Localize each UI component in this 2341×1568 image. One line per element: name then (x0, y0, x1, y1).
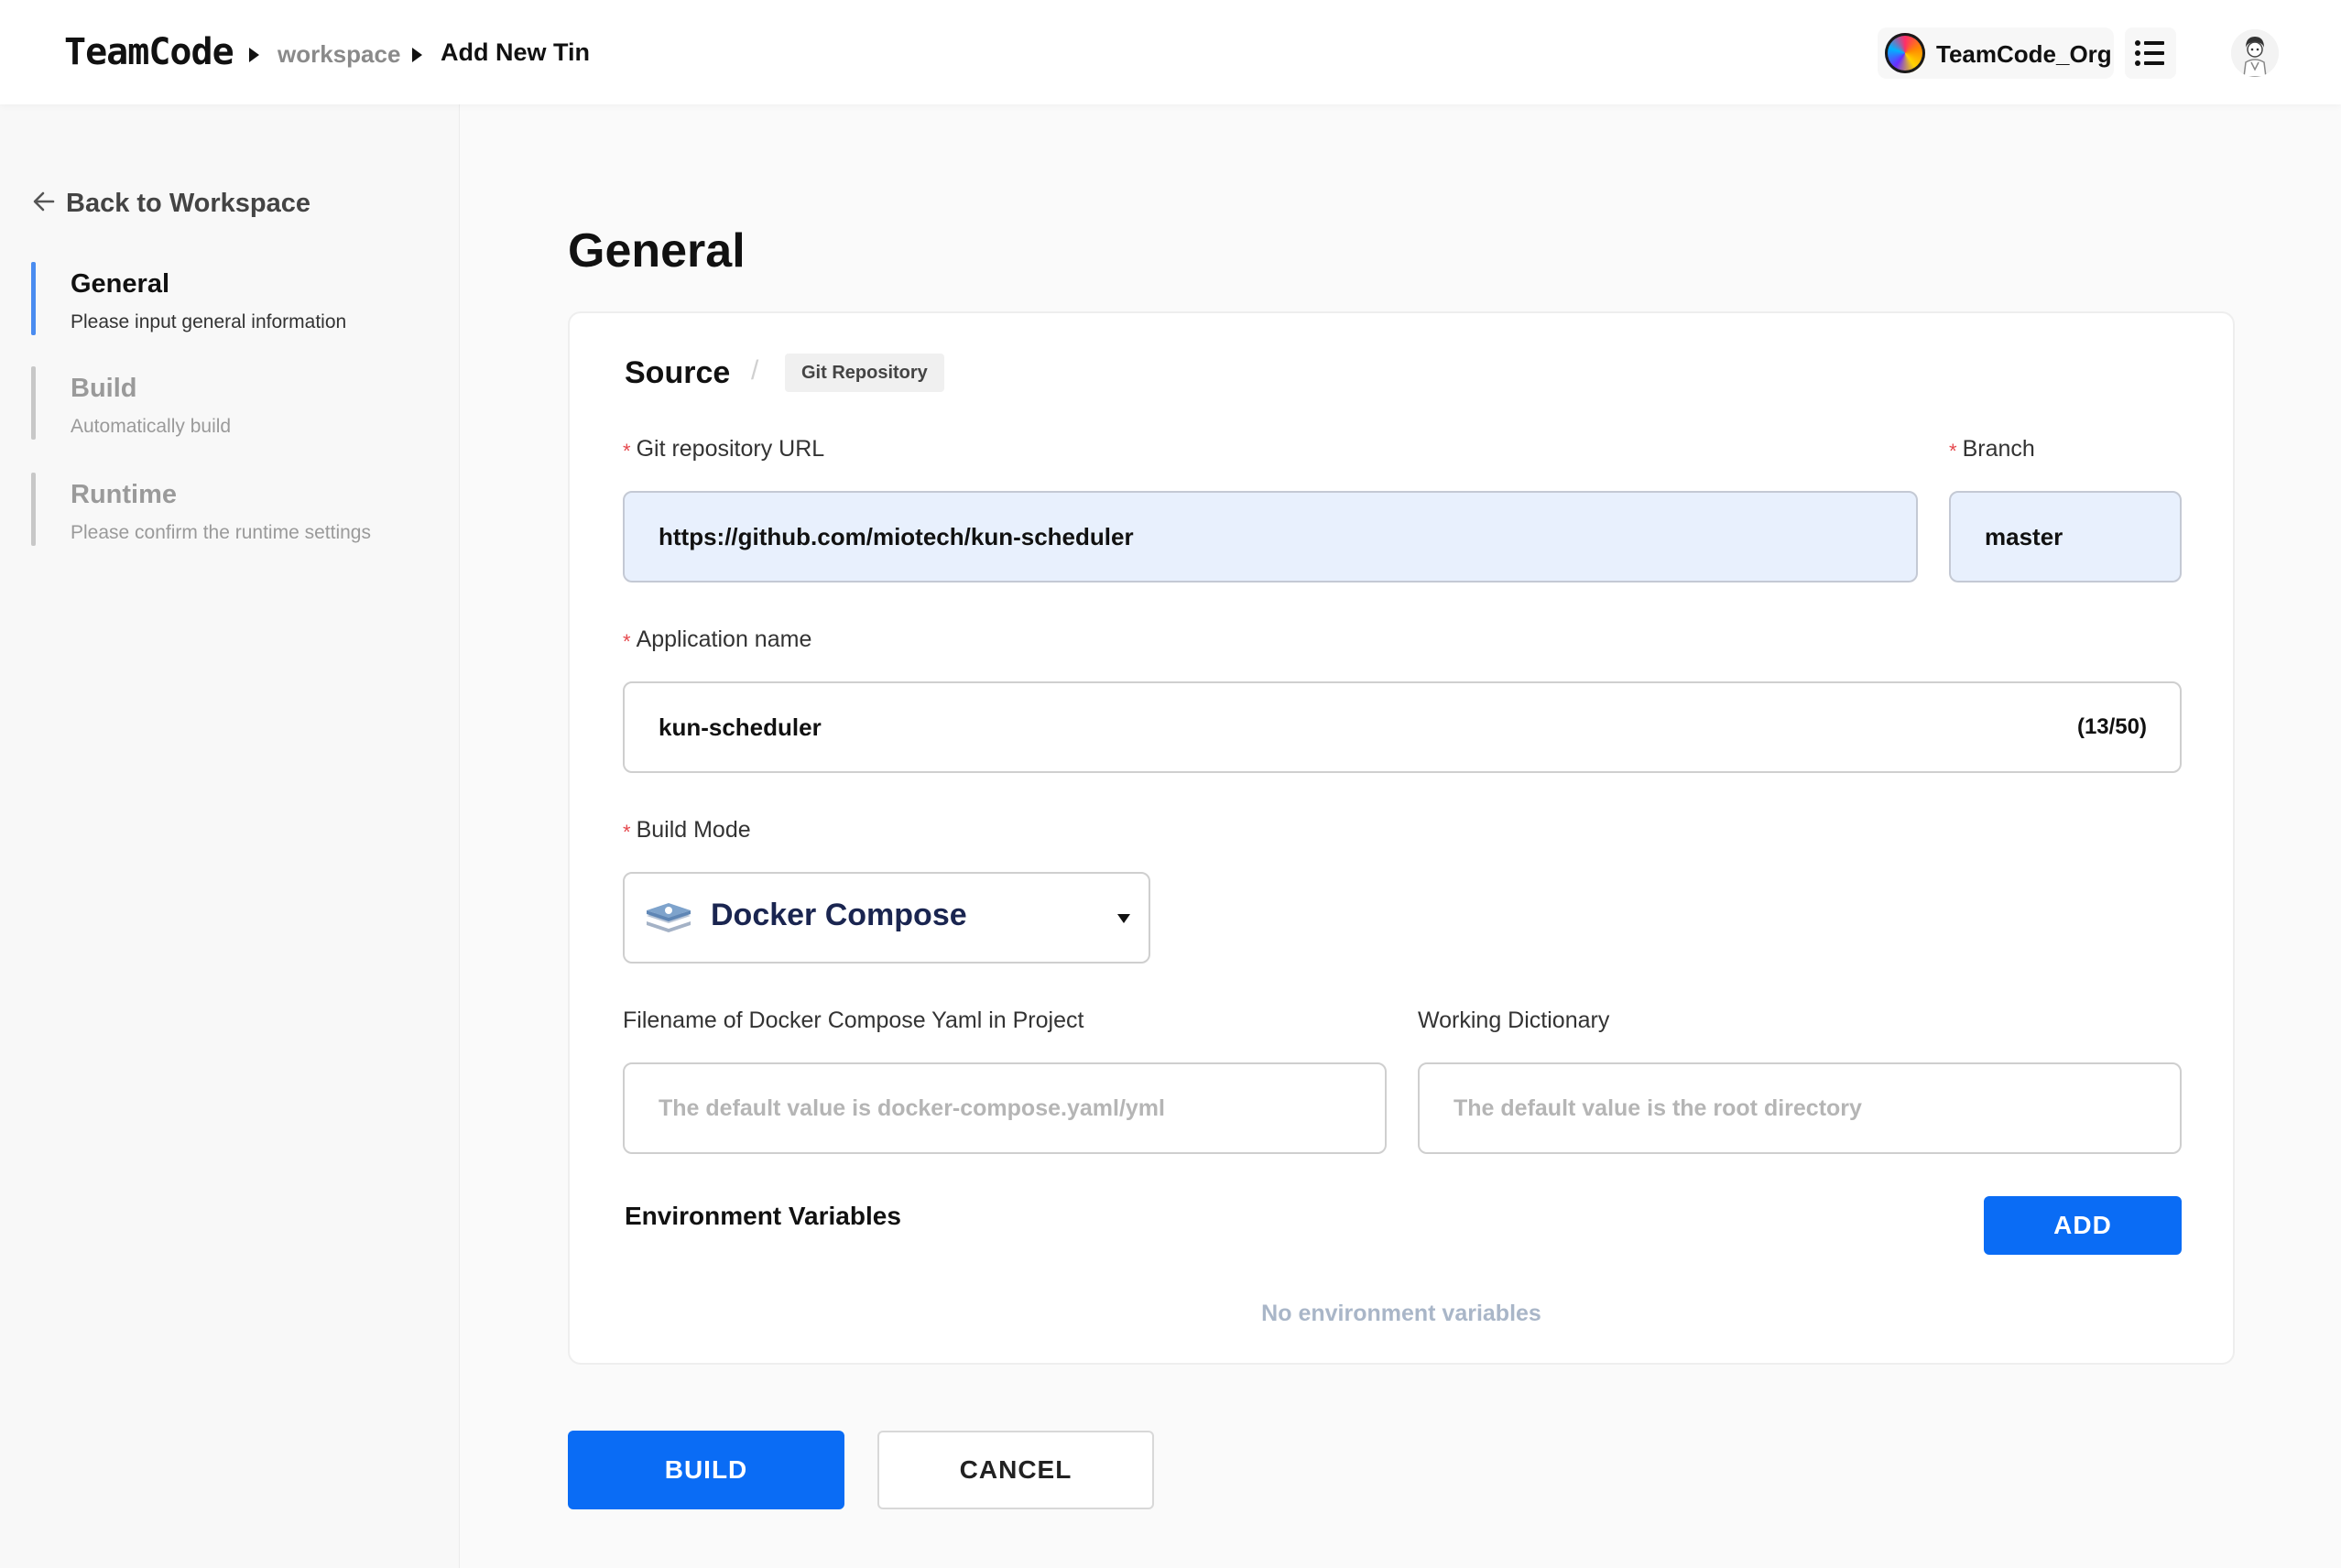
step-general[interactable]: General Please input general information (31, 262, 434, 335)
app-name-label: * Application name (623, 626, 812, 653)
step-indicator (31, 366, 36, 440)
org-name: TeamCode_Org (1936, 40, 2112, 68)
back-to-workspace-link[interactable]: Back to Workspace (31, 180, 361, 225)
step-description: Please input general information (71, 311, 347, 332)
app-name-value: kun-scheduler (659, 713, 822, 741)
org-avatar (1885, 33, 1925, 73)
step-runtime[interactable]: Runtime Please confirm the runtime setti… (31, 473, 434, 546)
env-vars-title: Environment Variables (625, 1202, 901, 1230)
breadcrumb-arrow-icon (412, 48, 422, 62)
env-vars-empty-state: No environment variables (1261, 1301, 1541, 1326)
top-bar: TeamCode workspace Add New Tin TeamCode_… (0, 0, 2341, 104)
required-mark: * (623, 630, 631, 653)
compose-file-label: Filename of Docker Compose Yaml in Proje… (623, 1007, 1084, 1033)
git-url-label: * Git repository URL (623, 436, 825, 463)
step-build[interactable]: Build Automatically build (31, 366, 434, 440)
add-env-var-button[interactable]: ADD (1984, 1196, 2182, 1255)
caret-down-icon (1117, 914, 1130, 923)
source-type-tag: Git Repository (785, 354, 944, 392)
step-title: Runtime (71, 480, 177, 509)
back-link-label: Back to Workspace (66, 189, 311, 218)
breadcrumb-arrow-icon (249, 48, 259, 62)
branch-label: * Branch (1949, 436, 2035, 463)
workdir-label: Working Dictionary (1418, 1007, 1610, 1033)
char-counter: (13/50) (2076, 714, 2147, 739)
step-title: General (71, 269, 169, 299)
step-description: Please confirm the runtime settings (71, 522, 371, 543)
user-avatar-icon (2231, 29, 2279, 77)
compose-file-input[interactable]: The default value is docker-compose.yaml… (623, 1062, 1387, 1154)
workdir-input[interactable]: The default value is the root directory (1418, 1062, 2182, 1154)
breadcrumb-current: Add New Tin (441, 38, 591, 66)
git-url-input[interactable]: https://github.com/miotech/kun-scheduler (623, 491, 1918, 583)
step-description: Automatically build (71, 416, 232, 437)
cancel-button[interactable]: CANCEL (877, 1431, 1154, 1509)
step-indicator (31, 262, 36, 335)
required-mark: * (1949, 440, 1957, 463)
sidebar: Back to Workspace General Please input g… (0, 104, 460, 1568)
menu-button[interactable] (2125, 27, 2176, 79)
page-title: General (568, 224, 746, 278)
docker-compose-icon (647, 903, 691, 932)
org-switcher[interactable]: TeamCode_Org (1878, 27, 2114, 79)
breadcrumb-workspace[interactable]: workspace (278, 40, 400, 69)
build-button[interactable]: BUILD (568, 1431, 844, 1509)
build-mode-value: Docker Compose (711, 898, 967, 932)
user-avatar[interactable] (2231, 29, 2279, 77)
list-icon (2135, 40, 2164, 66)
title-separator: / (751, 355, 759, 386)
logo[interactable]: TeamCode (64, 31, 234, 73)
arrow-left-icon (33, 191, 55, 212)
app-name-input[interactable]: kun-scheduler (13/50) (623, 681, 2182, 773)
required-mark: * (623, 821, 631, 844)
step-title: Build (71, 374, 137, 403)
step-indicator (31, 473, 36, 546)
source-title: Source (625, 355, 731, 390)
build-mode-select[interactable]: Docker Compose (623, 872, 1150, 964)
branch-input[interactable]: master (1949, 491, 2182, 583)
required-mark: * (623, 440, 631, 463)
build-mode-label: * Build Mode (623, 817, 751, 844)
source-card: Source / Git Repository * Git repository … (568, 311, 2235, 1365)
